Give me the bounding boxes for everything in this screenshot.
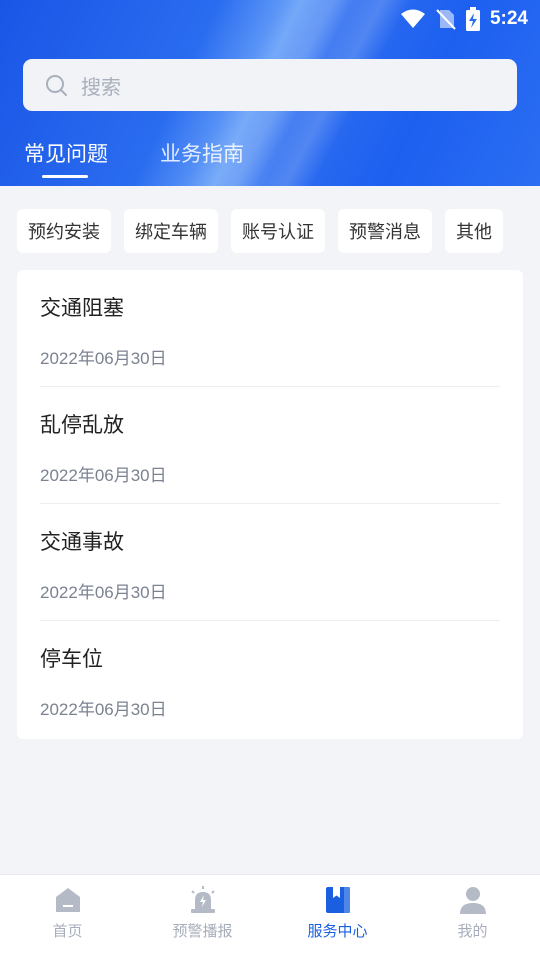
service-book-icon xyxy=(325,887,350,913)
home-icon xyxy=(55,888,80,912)
wifi-icon xyxy=(400,9,425,28)
status-bar: 5:24 xyxy=(400,6,528,32)
chip-warning-messages[interactable]: 预警消息 xyxy=(338,209,432,253)
header-banner: 5:24 搜索 常见问题 业务指南 xyxy=(0,0,540,186)
nav-service-center[interactable]: 服务中心 xyxy=(270,875,405,961)
nav-warning-broadcast[interactable]: 预警播报 xyxy=(135,875,270,961)
tab-faq[interactable]: 常见问题 xyxy=(24,138,108,178)
item-title: 停车位 xyxy=(40,647,103,671)
list-item[interactable]: 停车位 2022年06月30日 xyxy=(40,621,500,738)
list-item[interactable]: 交通事故 2022年06月30日 xyxy=(40,504,500,621)
nav-profile[interactable]: 我的 xyxy=(405,875,540,961)
no-sim-icon xyxy=(436,9,456,30)
nav-label: 预警播报 xyxy=(172,922,233,940)
chip-account-verify[interactable]: 账号认证 xyxy=(231,209,325,253)
item-title: 交通阻塞 xyxy=(40,296,124,320)
item-date: 2022年06月30日 xyxy=(40,466,167,485)
category-chips: 预约安装 绑定车辆 账号认证 预警消息 其他 xyxy=(17,209,503,253)
search-input[interactable]: 搜索 xyxy=(23,59,517,111)
chip-bind-vehicle[interactable]: 绑定车辆 xyxy=(124,209,218,253)
alarm-siren-icon xyxy=(190,886,215,913)
item-title: 交通事故 xyxy=(40,530,124,554)
nav-home[interactable]: 首页 xyxy=(0,875,135,961)
tab-bar: 常见问题 业务指南 xyxy=(24,138,244,178)
bottom-nav: 首页 预警播报 服务中心 我的 xyxy=(0,874,540,961)
item-date: 2022年06月30日 xyxy=(40,700,167,719)
item-title: 乱停乱放 xyxy=(40,413,124,437)
list-item[interactable]: 乱停乱放 2022年06月30日 xyxy=(40,387,500,504)
chip-other[interactable]: 其他 xyxy=(445,209,503,253)
list-item[interactable]: 交通阻塞 2022年06月30日 xyxy=(40,270,500,387)
search-icon xyxy=(46,75,67,96)
search-placeholder: 搜索 xyxy=(81,74,121,99)
status-time: 5:24 xyxy=(489,8,528,29)
question-list: 交通阻塞 2022年06月30日 乱停乱放 2022年06月30日 交通事故 2… xyxy=(17,270,523,739)
tab-business-guide[interactable]: 业务指南 xyxy=(160,138,244,168)
user-icon xyxy=(459,887,486,914)
nav-label: 首页 xyxy=(52,922,83,940)
chip-appointment-install[interactable]: 预约安装 xyxy=(17,209,111,253)
nav-label: 服务中心 xyxy=(307,922,368,940)
item-date: 2022年06月30日 xyxy=(40,349,167,368)
item-date: 2022年06月30日 xyxy=(40,583,167,602)
nav-label: 我的 xyxy=(457,922,488,940)
battery-charging-icon xyxy=(465,7,480,31)
